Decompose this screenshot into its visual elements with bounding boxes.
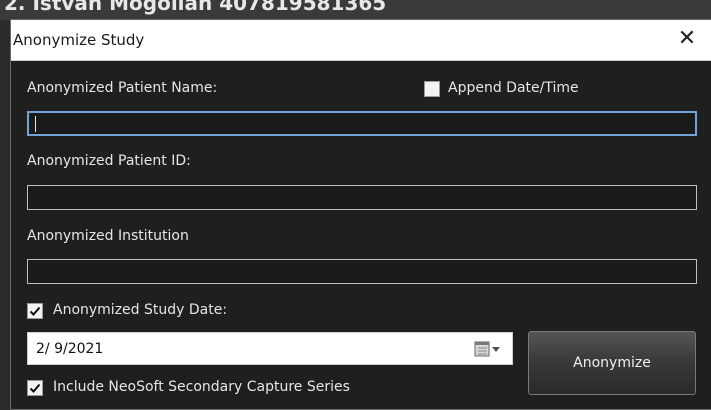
background-heading: 2. Istvan Mogollah 407819581365 [4,0,387,15]
patient-name-input[interactable] [27,111,697,136]
checkmark-icon [29,383,41,393]
include-secondary-checkbox[interactable] [27,380,43,396]
include-secondary-label: Include NeoSoft Secondary Capture Series [53,379,350,395]
study-date-checkbox[interactable] [27,303,43,319]
study-date-picker[interactable]: 2/ 9/2021 [27,332,513,365]
dialog-title: Anonymize Study [13,31,145,49]
patient-name-label: Anonymized Patient Name: [27,80,218,96]
close-icon[interactable]: ✕ [673,25,701,53]
patient-id-input[interactable] [27,185,697,210]
anonymize-study-dialog: Anonymize Study ✕ Anonymized Patient Nam… [10,19,711,410]
study-date-label: Anonymized Study Date: [53,302,228,318]
patient-id-label: Anonymized Patient ID: [27,153,191,169]
institution-input[interactable] [27,259,697,284]
anonymize-button[interactable]: Anonymize [528,331,696,395]
calendar-icon[interactable] [474,340,502,358]
append-datetime-checkbox[interactable] [424,81,440,97]
study-date-value: 2/ 9/2021 [36,341,104,357]
institution-label: Anonymized Institution [27,228,189,244]
append-datetime-label: Append Date/Time [448,80,579,96]
text-caret [35,116,36,132]
checkmark-icon [29,306,41,316]
dialog-titlebar: Anonymize Study ✕ [11,20,711,61]
background-app-strip: 2. Istvan Mogollah 407819581365 [0,0,711,20]
